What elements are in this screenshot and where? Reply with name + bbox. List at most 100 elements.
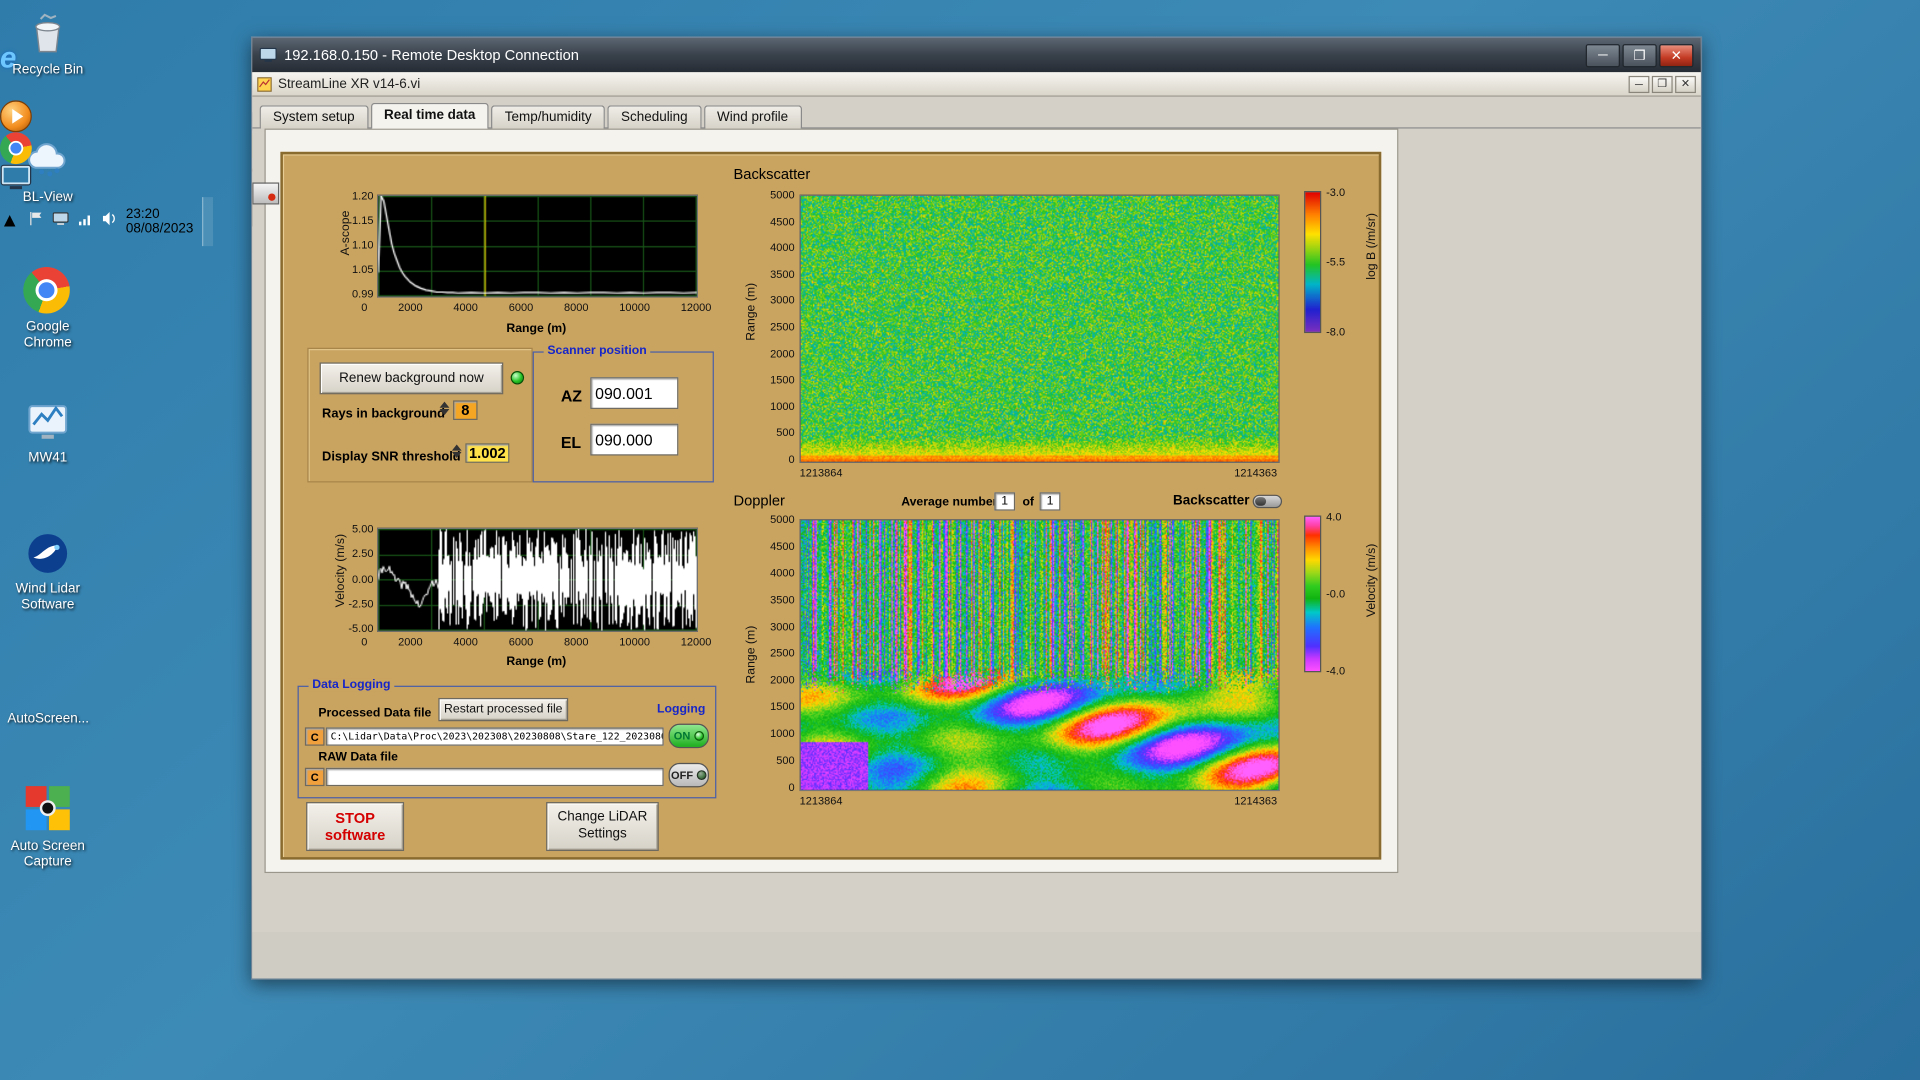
file-explorer-icon bbox=[0, 76, 34, 100]
rdp-minimize-button[interactable]: ─ bbox=[1585, 43, 1621, 67]
media-player-icon bbox=[0, 100, 32, 133]
velocity-plot bbox=[377, 527, 698, 632]
doppler-y-axis-label: Range (m) bbox=[744, 625, 758, 684]
ascope-plot bbox=[377, 194, 698, 298]
raw-drive-button[interactable]: C bbox=[304, 767, 325, 787]
snr-spinner[interactable] bbox=[451, 444, 463, 458]
rdp-titlebar[interactable]: 192.168.0.150 - Remote Desktop Connectio… bbox=[252, 37, 1701, 73]
tab-real-time-data[interactable]: Real time data bbox=[370, 102, 489, 129]
processed-logging-toggle[interactable]: ON bbox=[668, 723, 709, 749]
el-label: EL bbox=[560, 433, 582, 452]
velocity-y-ticks: 5.00 2.50 0.00 -2.50 -5.00 bbox=[348, 522, 374, 635]
desktop-icon-label: Wind Lidar Software bbox=[15, 581, 80, 612]
tab-content: A-scope 1.20 1.15 1.10 1.05 0.99 0 2000 4000 60… bbox=[252, 128, 1701, 886]
wind-lidar-icon bbox=[23, 529, 72, 578]
backscatter-toggle-label: Backscatter bbox=[1173, 493, 1250, 509]
backscatter-colorbar-label: log B (/m/sr) bbox=[1365, 213, 1379, 280]
app-close-button[interactable]: ✕ bbox=[1675, 75, 1696, 93]
ascope-x-ticks: 0 2000 4000 6000 8000 10000 12000 bbox=[361, 301, 712, 314]
desktop-icon-autoscreen-folder[interactable]: AutoScreen... bbox=[7, 659, 89, 727]
az-value-field[interactable]: 090.001 bbox=[590, 377, 679, 409]
toggle-knob bbox=[1255, 497, 1267, 506]
average-number-field[interactable]: 1 bbox=[994, 492, 1016, 511]
desktop-icon-mw41[interactable]: MW41 bbox=[7, 398, 88, 466]
desktop-icon-chrome[interactable]: Google Chrome bbox=[7, 266, 88, 351]
tab-temp-humidity[interactable]: Temp/humidity bbox=[491, 105, 606, 129]
tray-rdp-icon[interactable] bbox=[52, 211, 69, 233]
rdp-window: 192.168.0.150 - Remote Desktop Connectio… bbox=[251, 36, 1703, 980]
raw-logging-led bbox=[696, 770, 707, 781]
tray-volume-icon[interactable] bbox=[101, 211, 117, 233]
rdp-close-button[interactable]: ✕ bbox=[1659, 43, 1694, 67]
recycle-bin-icon bbox=[23, 10, 72, 59]
doppler-start-time: 1213864 bbox=[799, 794, 843, 807]
rdp-maximize-button[interactable]: ❐ bbox=[1622, 43, 1657, 67]
mw41-icon bbox=[23, 398, 72, 447]
rdp-window-title: 192.168.0.150 - Remote Desktop Connectio… bbox=[284, 46, 579, 64]
raw-data-file-label: RAW Data file bbox=[318, 750, 398, 765]
renew-background-button[interactable]: Renew background now bbox=[319, 362, 504, 395]
el-value-field[interactable]: 090.000 bbox=[590, 423, 679, 456]
doppler-title: Doppler bbox=[733, 492, 785, 510]
of-label: of bbox=[1022, 495, 1035, 510]
rays-value-field[interactable]: 8 bbox=[453, 400, 478, 421]
app-window-title: StreamLine XR v14-6.vi bbox=[277, 76, 421, 92]
raw-path-field[interactable] bbox=[325, 767, 664, 787]
stop-software-button[interactable]: STOP software bbox=[306, 802, 405, 852]
screen-capture-icon bbox=[252, 182, 280, 205]
snr-value-field[interactable]: 1.002 bbox=[465, 443, 510, 463]
backscatter-colorbar-ticks: -3.0 -5.5 -8.0 bbox=[1326, 186, 1346, 338]
backscatter-start-time: 1213864 bbox=[799, 466, 843, 479]
backscatter-y-axis-label: Range (m) bbox=[744, 282, 758, 341]
velocity-x-ticks: 0 2000 4000 6000 8000 10000 12000 bbox=[361, 635, 712, 648]
processed-path-field[interactable]: C:\Lidar\Data\Proc\2023\202308\20230808\… bbox=[325, 727, 664, 746]
processed-drive-button[interactable]: C bbox=[304, 727, 325, 746]
tray-up-arrow-icon[interactable]: ▲ bbox=[0, 211, 19, 233]
data-logging-group: Data Logging Processed Data file Restart… bbox=[297, 678, 717, 799]
tab-scheduling[interactable]: Scheduling bbox=[607, 105, 702, 129]
average-number-label: Average number bbox=[901, 495, 998, 510]
processed-logging-led bbox=[693, 731, 704, 741]
tray-flag-icon[interactable] bbox=[28, 211, 44, 233]
background-led bbox=[510, 371, 525, 385]
desktop: Recycle Bin BL-View Google Chrome MW41 W… bbox=[0, 0, 1920, 1080]
backscatter-time-axis: 1213864 1214363 bbox=[800, 467, 1278, 479]
snr-threshold-label: Display SNR threshold bbox=[322, 449, 461, 465]
doppler-end-time: 1214363 bbox=[1234, 794, 1278, 807]
rays-spinner[interactable] bbox=[439, 401, 451, 416]
desktop-icon-label: AutoScreen... bbox=[7, 711, 89, 727]
tab-system-setup[interactable]: System setup bbox=[259, 105, 369, 129]
app-minimize-button[interactable]: ─ bbox=[1628, 75, 1650, 93]
app-window: StreamLine XR v14-6.vi ─ ❐ ✕ System setu… bbox=[252, 72, 1701, 932]
app-titlebar[interactable]: StreamLine XR v14-6.vi ─ ❐ ✕ bbox=[252, 72, 1701, 97]
app-maximize-button[interactable]: ❐ bbox=[1651, 75, 1673, 93]
remote-desktop: StreamLine XR v14-6.vi ─ ❐ ✕ System setu… bbox=[252, 72, 1701, 979]
desktop-icon-label: Auto Screen Capture bbox=[10, 838, 85, 869]
doppler-time-axis: 1213864 1214363 bbox=[800, 795, 1278, 807]
instrument-panel: A-scope 1.20 1.15 1.10 1.05 0.99 0 2000 4000 60… bbox=[280, 151, 1382, 860]
rays-in-background-label: Rays in background bbox=[322, 406, 445, 422]
restart-processed-file-button[interactable]: Restart processed file bbox=[438, 697, 569, 722]
desktop-icon-auto-screen-capture[interactable]: Auto Screen Capture bbox=[7, 786, 88, 870]
desktop-icon-label: Google Chrome bbox=[23, 319, 72, 350]
desktop-icon-wind-lidar[interactable]: Wind Lidar Software bbox=[7, 529, 88, 613]
rdp-window-icon bbox=[259, 47, 277, 63]
velocity-x-axis-label: Range (m) bbox=[506, 655, 567, 669]
backscatter-display-toggle[interactable] bbox=[1252, 494, 1283, 509]
tray-network-icon[interactable] bbox=[77, 211, 93, 233]
show-desktop-button[interactable] bbox=[201, 197, 213, 247]
chrome-icon bbox=[0, 132, 32, 165]
az-label: AZ bbox=[560, 386, 583, 406]
desktop-icon-label: MW41 bbox=[28, 450, 68, 466]
ascope-y-ticks: 1.20 1.15 1.10 1.05 0.99 bbox=[352, 189, 374, 301]
raw-logging-toggle[interactable]: OFF bbox=[668, 762, 709, 788]
doppler-heatmap bbox=[799, 519, 1280, 792]
desktop-icon-label: Recycle Bin bbox=[12, 62, 84, 78]
average-of-field[interactable]: 1 bbox=[1039, 492, 1061, 511]
tab-wind-profile[interactable]: Wind profile bbox=[703, 105, 802, 129]
backscatter-heatmap bbox=[799, 194, 1280, 463]
desktop-icon-recycle-bin[interactable]: Recycle Bin bbox=[7, 10, 88, 78]
system-clock[interactable]: 23:20 08/08/2023 bbox=[126, 207, 193, 236]
change-lidar-settings-button[interactable]: Change LiDAR Settings bbox=[546, 802, 659, 852]
scanner-position-title: Scanner position bbox=[543, 344, 651, 358]
